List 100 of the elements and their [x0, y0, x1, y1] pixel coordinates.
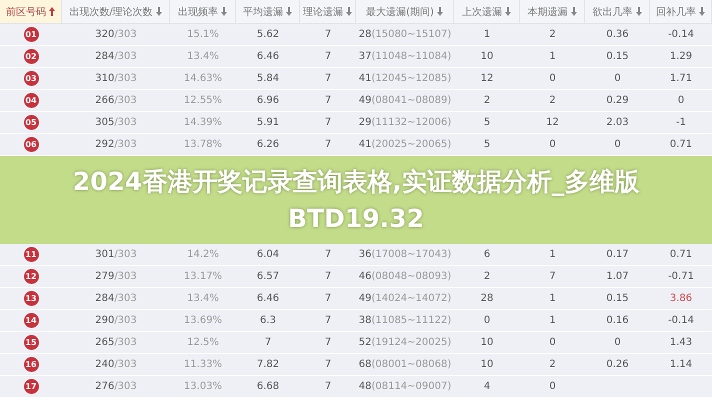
column-header[interactable]: 前区号码 — [0, 0, 62, 23]
table-cell-text: 48(08114~09007) — [358, 381, 452, 392]
sort-down-icon[interactable] — [505, 7, 511, 16]
table-cell-text: 6.96 — [256, 95, 280, 106]
table-cell-text: 2 — [482, 95, 492, 106]
sort-down-icon[interactable] — [570, 7, 576, 16]
table-cell-text: 6 — [482, 249, 492, 260]
table-cell-text: 284/303 — [94, 51, 138, 62]
number-ball: 15 — [24, 335, 38, 350]
table-cell-text: 7 — [324, 293, 332, 304]
table-cell-text: 7 — [324, 51, 332, 62]
table-cell-text: 7 — [324, 359, 332, 370]
table-cell-text: 6.46 — [256, 293, 280, 304]
table-cell-text: 0 — [676, 95, 686, 106]
table-cell-text: 0.15 — [605, 293, 630, 304]
table-cell-text: 5.91 — [256, 117, 280, 128]
table-cell-text: 0 — [613, 337, 622, 348]
number-ball: 11 — [24, 247, 38, 262]
sort-down-icon[interactable] — [221, 7, 227, 16]
table-cell-text: 6.68 — [256, 381, 280, 392]
table-cell-text: 5 — [482, 139, 492, 150]
table-cell-text: 284/303 — [94, 293, 138, 304]
column-header[interactable]: 上次遗漏 — [454, 0, 520, 23]
table-cell-text: 0.17 — [605, 249, 630, 260]
table-cell-text: 49(14024~14072) — [358, 293, 452, 304]
sort-up-icon[interactable] — [49, 7, 55, 16]
table-cell-text: 276/303 — [94, 381, 138, 392]
table-cell-text: 7 — [548, 271, 557, 282]
table-cell-text: 7 — [324, 73, 332, 84]
table-cell-text: 5.62 — [256, 29, 280, 40]
sort-down-icon[interactable] — [156, 7, 162, 16]
table-cell-text: 305/303 — [94, 117, 138, 128]
table-cell-text: 36(17008~17043) — [358, 249, 452, 260]
table-cell-text: -1 — [675, 117, 687, 128]
table-cell-text: 12 — [480, 73, 494, 84]
table-cell-text: 0.36 — [605, 29, 630, 40]
table-cell-text: 7 — [324, 337, 332, 348]
table-cell-text: 29(11132~12006) — [358, 117, 452, 128]
number-ball: 06 — [24, 137, 38, 152]
table-cell-text: 0 — [548, 381, 557, 392]
column-header[interactable]: 出现频率 — [170, 0, 236, 23]
number-ball: 16 — [24, 357, 38, 372]
table-cell-text: 28 — [480, 293, 494, 304]
table-cell-text: 290/303 — [94, 315, 138, 326]
table-cell-text: 7 — [324, 381, 332, 392]
table-cell-text: 0.16 — [605, 315, 630, 326]
table-cell-text: 41(12045~12085) — [358, 73, 452, 84]
table-cell-text: 292/303 — [94, 139, 138, 150]
table-cell-text: 10 — [480, 359, 494, 370]
table-cell-text: 0.15 — [605, 51, 630, 62]
table-cell-text: 14.39% — [182, 117, 224, 128]
table-cell-text: 7 — [324, 315, 332, 326]
table-cell-text: 11.33% — [182, 359, 224, 370]
column-header[interactable]: 平均遗漏 — [236, 0, 300, 23]
table-cell-text: 1 — [548, 293, 557, 304]
table-cell-text: 41(20025~20065) — [358, 139, 452, 150]
sort-down-icon[interactable] — [636, 7, 642, 16]
number-ball: 02 — [24, 49, 38, 64]
table-cell-text: 38(11085~11122) — [358, 315, 452, 326]
table-cell-text: 5 — [482, 117, 492, 128]
table-cell-text: 6.57 — [256, 271, 280, 282]
number-ball: 17 — [24, 379, 38, 394]
table-cell-text: 12.5% — [186, 337, 220, 348]
table-cell-text: 7 — [324, 249, 332, 260]
table-cell-text: 1.14 — [668, 359, 694, 370]
table-cell-text: -0.14 — [667, 29, 695, 40]
table-cell-text: 0.71 — [668, 139, 694, 150]
number-ball: 05 — [24, 115, 38, 130]
table-cell-text: 7 — [324, 95, 332, 106]
column-header[interactable]: 最大遗漏(期间) — [356, 0, 454, 23]
table-cell-text: 10 — [480, 51, 494, 62]
table-cell-text: 301/303 — [94, 249, 138, 260]
table-cell-text: -0.71 — [667, 271, 695, 282]
sort-down-icon[interactable] — [346, 7, 352, 16]
table-cell-text: 1.71 — [668, 73, 694, 84]
table-cell-text: 1.07 — [605, 271, 630, 282]
table-cell-text: 0 — [482, 315, 492, 326]
table-cell-text: 12 — [545, 117, 560, 128]
table-cell-text: 28(15080~15107) — [358, 29, 452, 40]
table-cell-text: 2 — [548, 359, 557, 370]
table-cell-text: 7 — [324, 139, 332, 150]
sort-down-icon[interactable] — [436, 7, 443, 16]
column-header[interactable]: 出现次数/理论次数 — [62, 0, 170, 23]
column-header[interactable]: 理论遗漏 — [300, 0, 356, 23]
table-cell-text: 2 — [548, 29, 557, 40]
table-cell-text: 68(08001~08068) — [358, 359, 452, 370]
table-cell-text: 10 — [480, 337, 494, 348]
sort-down-icon[interactable] — [699, 7, 705, 16]
sort-down-icon[interactable] — [286, 7, 292, 16]
table-cell-text: 49(08041~08089) — [358, 95, 452, 106]
table-cell-text: 0 — [548, 73, 557, 84]
number-ball: 04 — [24, 93, 38, 108]
table-cell-text: 7 — [324, 117, 332, 128]
table-cell-text: 7 — [264, 337, 272, 348]
column-header[interactable]: 欲出几率 — [585, 0, 650, 23]
column-header[interactable]: 本期遗漏 — [520, 0, 585, 23]
table-cell-text: 13.4% — [186, 51, 220, 62]
table-cell-text: 37(11048~11084) — [358, 51, 452, 62]
column-header[interactable]: 回补几率 — [650, 0, 712, 23]
table-cell-text: 0.29 — [605, 95, 630, 106]
